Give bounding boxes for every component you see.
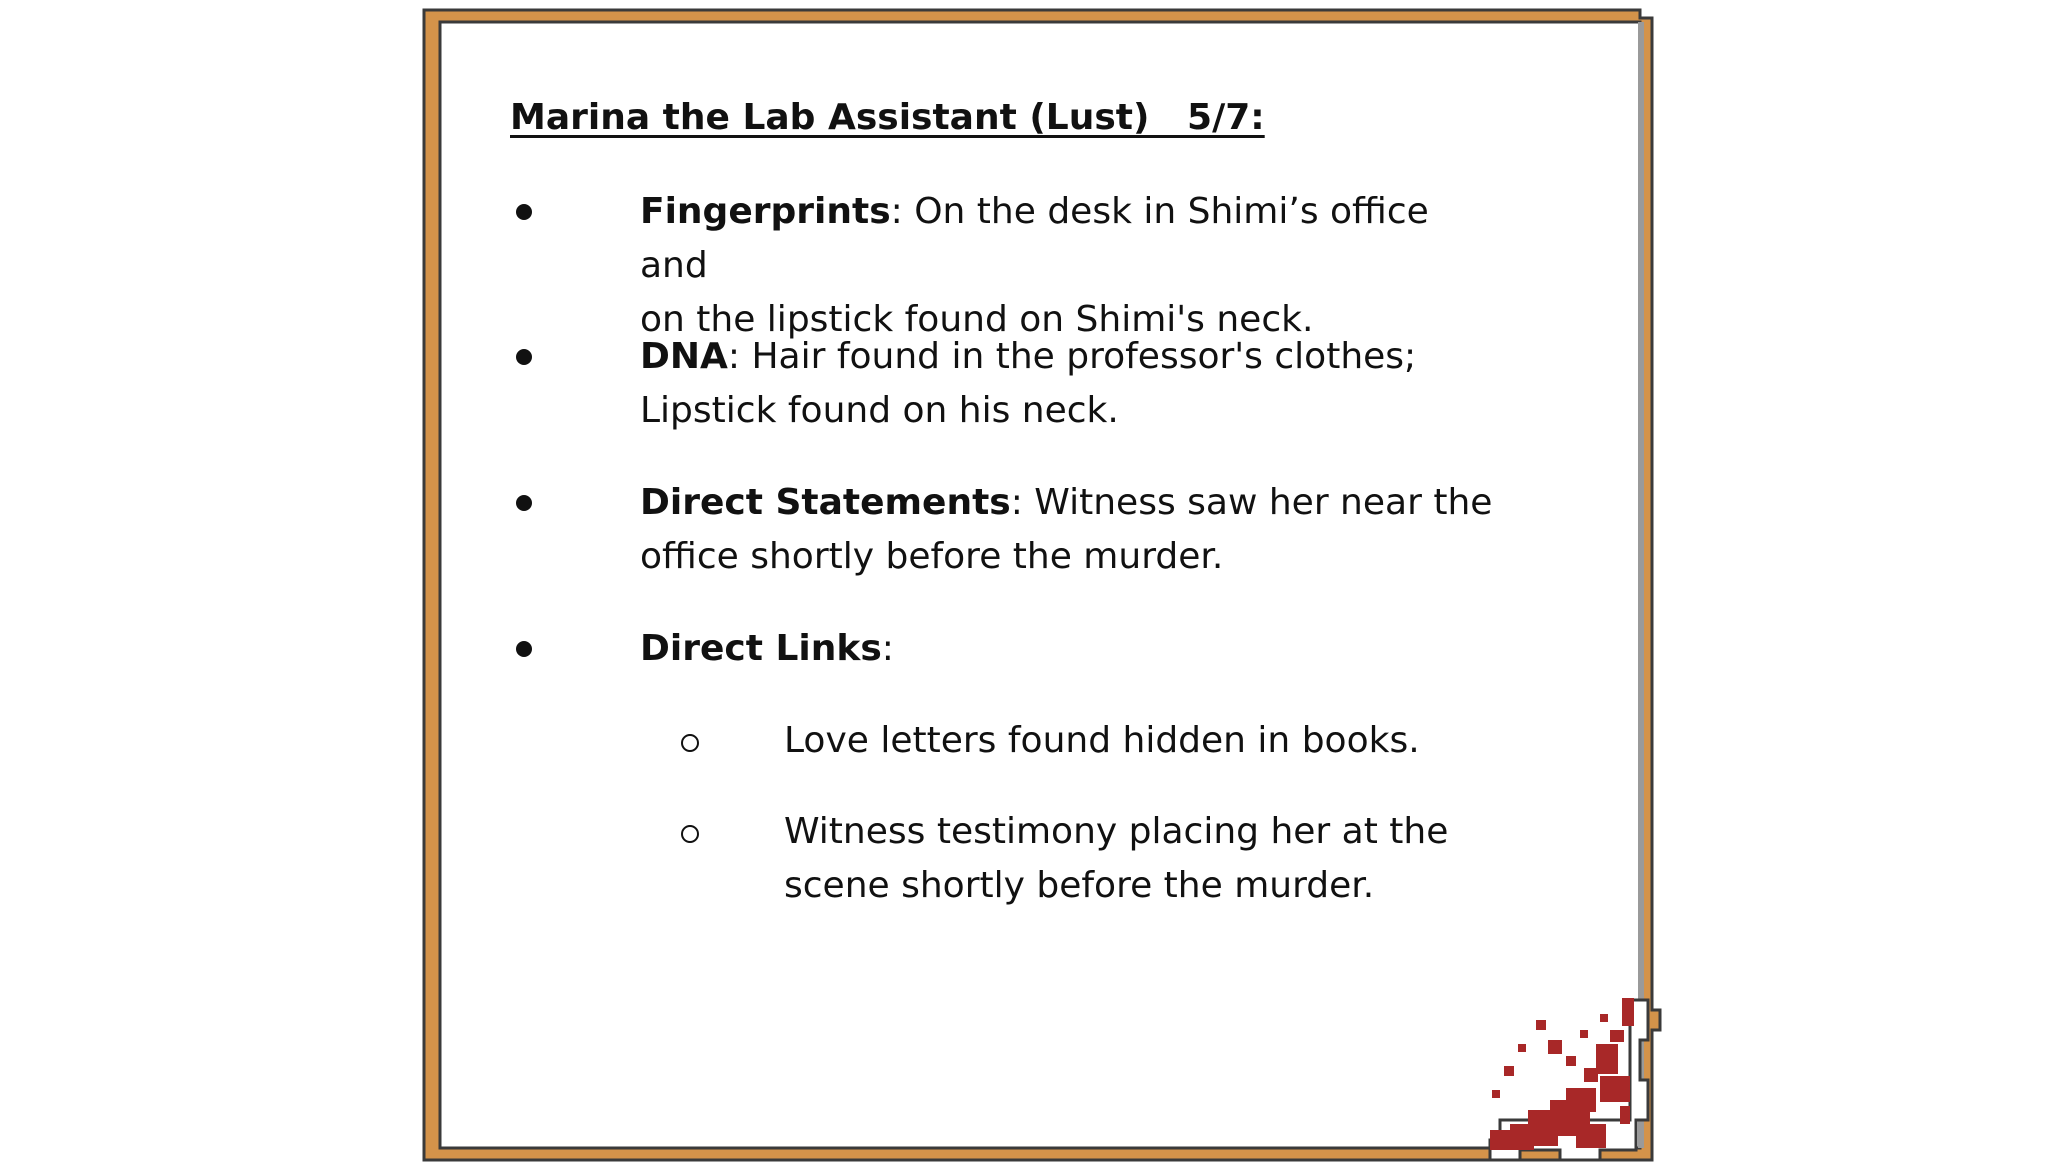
sub-bullet-icon [681,825,699,843]
item-text-line1: : Witness saw her near the [1010,482,1493,523]
item-text-line2: office shortly before the murder. [640,536,1224,577]
list-item-fingerprints: Fingerprints: On the desk in Shimi’s off… [640,185,1500,347]
sub-list-item-love-letters: Love letters found hidden in books. [784,714,1564,768]
page-title: Marina the Lab Assistant (Lust) 5/7: [510,97,1265,138]
item-text-line1: : Hair found in the professor's clothes; [727,336,1417,377]
evidence-card-screen: Marina the Lab Assistant (Lust) 5/7: Fin… [0,0,2065,1163]
item-text-line2: Lipstick found on his neck. [640,390,1119,431]
item-label: Fingerprints [640,191,891,232]
frame-edge-shade [1638,22,1644,1148]
sub-item-text-line2: scene shortly before the murder. [784,865,1375,906]
item-label: DNA [640,336,728,377]
item-text-line1: : [881,628,894,669]
sub-item-text-line1: Witness testimony placing her at the [784,811,1449,852]
sub-bullet-icon [681,734,699,752]
sub-item-text-line1: Love letters found hidden in books. [784,720,1420,761]
list-item-dna: DNA: Hair found in the professor's cloth… [640,330,1500,438]
list-item-direct-links: Direct Links: [640,622,1500,676]
sub-list-item-witness-testimony: Witness testimony placing her at the sce… [784,805,1564,913]
list-item-direct-statements: Direct Statements: Witness saw her near … [640,476,1500,584]
item-label: Direct Statements [640,482,1011,523]
bullet-icon [516,349,532,365]
bullet-icon [516,495,532,511]
item-label: Direct Links [640,628,882,669]
bullet-icon [516,204,532,220]
bullet-icon [516,641,532,657]
